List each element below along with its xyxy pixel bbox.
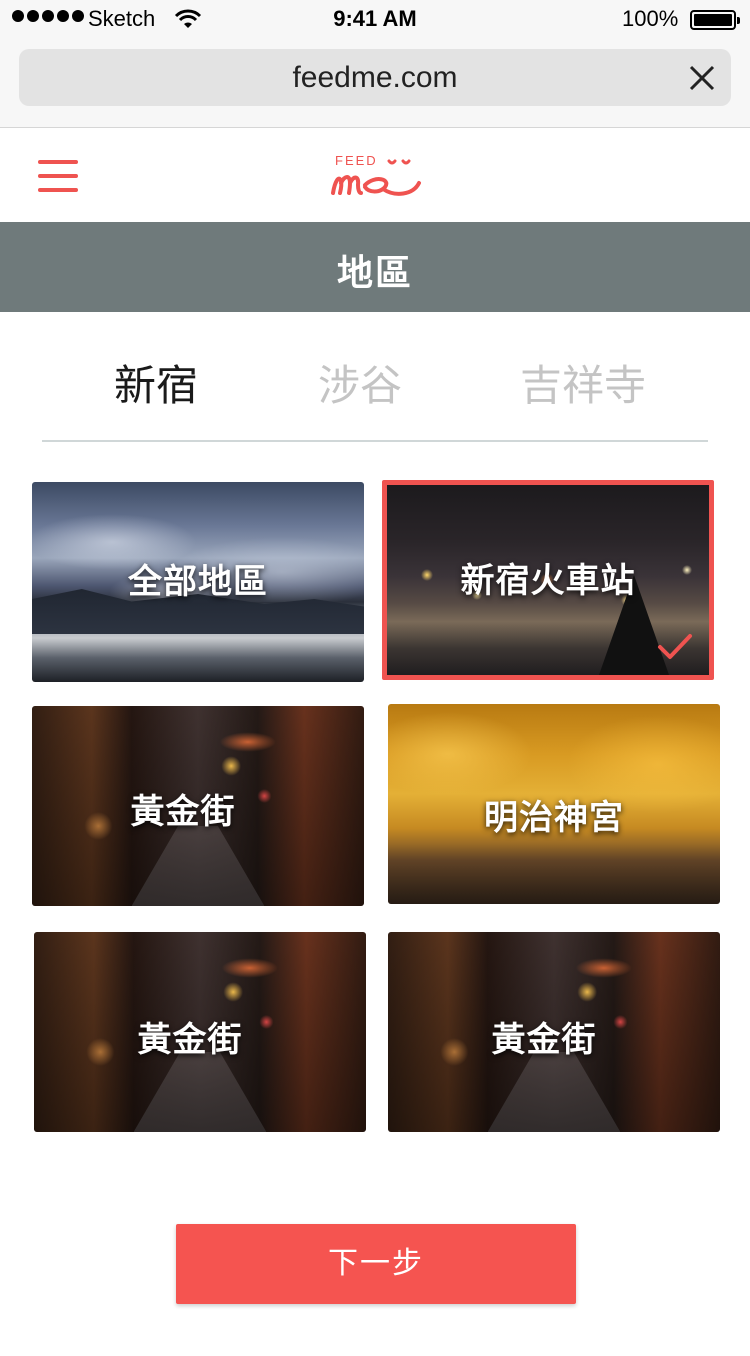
checkmark-icon [658,634,692,659]
area-label: 黃金街 [130,792,236,832]
tab-shinjuku[interactable]: 新宿 [114,352,198,413]
battery-percent: 100% [622,6,679,31]
area-tile-golden-gai[interactable]: 黃金街 [32,706,364,906]
district-tabs: 新宿 涉谷 吉祥寺 [42,340,708,442]
svg-text:FEED: FEED [335,153,378,168]
browser-bar: feedme.com [0,40,750,128]
battery-icon [690,10,740,30]
address-bar[interactable]: feedme.com [19,49,731,106]
tab-shibuya[interactable]: 涉谷 [318,352,402,413]
area-tile-golden-gai[interactable]: 黃金街 [388,932,720,1132]
close-icon[interactable] [687,63,717,93]
tab-kichijoji[interactable]: 吉祥寺 [520,352,646,413]
area-label: 新宿火車站 [460,561,636,601]
status-bar: Sketch 9:41 AM 100% [0,0,750,40]
page-title: 地區 [336,253,413,294]
url-text: feedme.com [292,61,458,94]
area-tile-golden-gai[interactable]: 黃金街 [34,932,366,1132]
area-tile-meiji-jingu[interactable]: 明治神宮 [388,704,720,904]
app-header: FEED [0,129,750,222]
area-label: 全部地區 [128,562,268,602]
area-label: 明治神宮 [484,798,624,838]
area-label: 黃金街 [491,1020,597,1060]
area-tile-all[interactable]: 全部地區 [32,482,364,682]
hamburger-menu-icon[interactable] [38,160,78,192]
feedme-logo[interactable]: FEED [325,149,425,201]
next-step-button[interactable]: 下一步 [176,1224,576,1304]
area-label: 黃金街 [137,1020,243,1060]
area-tile-shinjuku-station[interactable]: 新宿火車站 [382,480,714,680]
title-band: 地區 [0,222,750,312]
